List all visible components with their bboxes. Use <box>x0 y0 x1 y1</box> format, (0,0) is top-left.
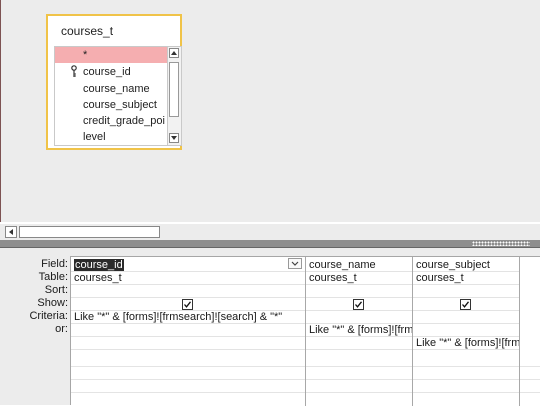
show-cell[interactable] <box>306 298 412 311</box>
query-design-grid-pane: Field: Table: Sort: Show: Criteria: or: … <box>0 248 540 406</box>
upper-pane-horizontal-scrollbar[interactable] <box>0 224 540 240</box>
grid-row-labels: Field: Table: Sort: Show: Criteria: or: <box>0 258 68 336</box>
sort-cell[interactable] <box>71 285 305 298</box>
scrollbar-thumb[interactable] <box>169 62 179 117</box>
grid-column-course-subject[interactable]: course_subject courses_t Like "*" & [for… <box>413 257 520 406</box>
field-value-selected: course_id <box>74 259 124 271</box>
field-cell[interactable]: course_id <box>71 259 305 272</box>
table-title[interactable]: courses_t <box>61 24 113 38</box>
field-list-scrollbar[interactable] <box>167 47 181 145</box>
field-item-course-id[interactable]: course_id <box>55 64 167 80</box>
checkbox-checked-icon[interactable] <box>182 299 193 310</box>
key-icon <box>71 65 77 80</box>
or-cell-2[interactable] <box>306 337 412 350</box>
pane-splitter[interactable] <box>0 240 540 248</box>
query-design-table-pane: courses_t * course_id course_name course… <box>0 0 540 222</box>
table-cell[interactable]: courses_t <box>306 272 412 285</box>
design-grid[interactable]: course_id courses_t Like "*" & [forms]![… <box>70 256 540 406</box>
sort-cell[interactable] <box>306 285 412 298</box>
criteria-cell[interactable] <box>306 311 412 324</box>
row-label-sort: Sort: <box>44 284 68 296</box>
dropdown-arrow-icon[interactable] <box>288 258 302 269</box>
scroll-down-icon[interactable] <box>169 133 179 143</box>
scroll-up-icon[interactable] <box>169 48 179 58</box>
field-item-asterisk[interactable]: * <box>55 47 167 63</box>
field-cell[interactable]: course_subject <box>413 259 519 272</box>
scroll-left-icon[interactable] <box>5 226 17 238</box>
table-field-list-window[interactable]: courses_t * course_id course_name course… <box>46 14 182 150</box>
show-cell[interactable] <box>413 298 519 311</box>
row-label-show: Show: <box>37 297 68 309</box>
or-cell[interactable] <box>71 324 305 337</box>
grid-column-empty[interactable] <box>520 257 540 406</box>
row-label-or: or: <box>55 323 68 335</box>
field-item-course-name[interactable]: course_name <box>55 81 167 97</box>
field-item-credit-grade-poi[interactable]: credit_grade_poi <box>55 113 167 129</box>
or-cell-2[interactable]: Like "*" & [forms]![frm <box>413 337 519 350</box>
splitter-grip[interactable] <box>472 241 530 246</box>
checkbox-checked-icon[interactable] <box>460 299 471 310</box>
field-item-label: course_id <box>83 66 131 78</box>
grid-column-course-id[interactable]: course_id courses_t Like "*" & [forms]![… <box>71 257 306 406</box>
field-cell[interactable]: course_name <box>306 259 412 272</box>
table-cell[interactable]: courses_t <box>413 272 519 285</box>
checkbox-checked-icon[interactable] <box>353 299 364 310</box>
field-item-course-subject[interactable]: course_subject <box>55 97 167 113</box>
row-label-criteria: Criteria: <box>29 310 68 322</box>
grid-column-course-name[interactable]: course_name courses_t Like "*" & [forms]… <box>306 257 413 406</box>
or-cell[interactable] <box>413 324 519 337</box>
criteria-cell[interactable]: Like "*" & [forms]![frmsearch]![search] … <box>71 311 305 324</box>
row-label-field: Field: <box>41 258 68 270</box>
criteria-cell[interactable] <box>413 311 519 324</box>
sort-cell[interactable] <box>413 285 519 298</box>
row-label-table: Table: <box>38 271 68 283</box>
field-item-level[interactable]: level <box>55 129 167 145</box>
table-cell[interactable]: courses_t <box>71 272 305 285</box>
or-cell[interactable]: Like "*" & [forms]![frm <box>306 324 412 337</box>
horizontal-scroll-thumb[interactable] <box>19 226 160 238</box>
field-list[interactable]: * course_id course_name course_subject c… <box>54 46 182 146</box>
or-cell-2[interactable] <box>71 337 305 350</box>
show-cell[interactable] <box>71 298 305 311</box>
